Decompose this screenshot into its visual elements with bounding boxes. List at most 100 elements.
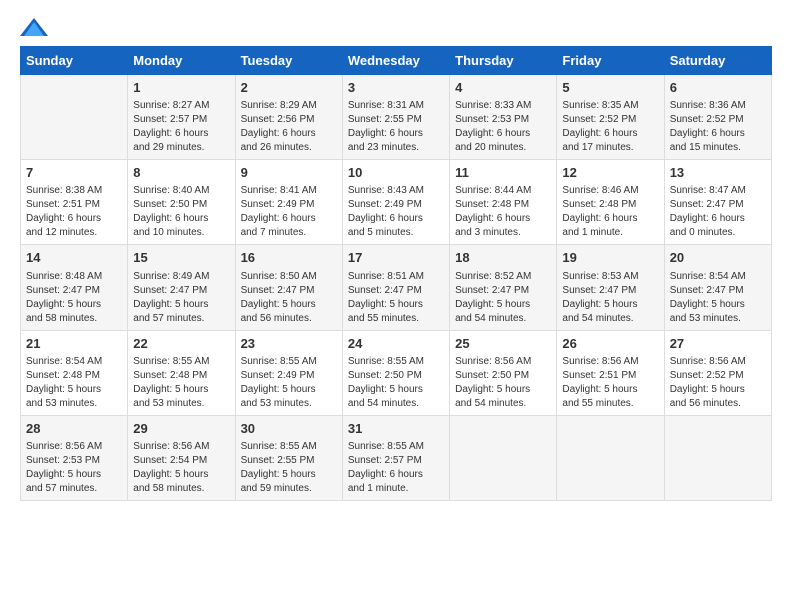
day-info: Sunrise: 8:48 AM Sunset: 2:47 PM Dayligh… [26,270,122,326]
day-info: Sunrise: 8:55 AM Sunset: 2:57 PM Dayligh… [348,440,444,496]
day-number: 28 [26,420,122,438]
day-info: Sunrise: 8:56 AM Sunset: 2:53 PM Dayligh… [26,440,122,496]
weekday-header: Wednesday [342,47,449,75]
calendar-cell: 24Sunrise: 8:55 AM Sunset: 2:50 PM Dayli… [342,330,449,415]
day-info: Sunrise: 8:52 AM Sunset: 2:47 PM Dayligh… [455,270,551,326]
day-number: 14 [26,249,122,267]
day-number: 3 [348,79,444,97]
day-number: 23 [241,335,337,353]
day-number: 11 [455,164,551,182]
calendar-cell: 1 Sunrise: 8:27 AM Sunset: 2:57 PM Daylig… [128,75,235,160]
day-number: 12 [562,164,658,182]
day-number: 26 [562,335,658,353]
day-info: Sunrise: 8:55 AM Sunset: 2:48 PM Dayligh… [133,355,229,411]
calendar-week-row: 21 Sunrise: 8:54 AM Sunset: 2:48 PM Dayli… [21,330,772,415]
calendar-cell: 7 Sunrise: 8:38 AM Sunset: 2:51 PM Daylig… [21,160,128,245]
day-number: 4 [455,79,551,97]
day-info: Sunrise: 8:55 AM Sunset: 2:49 PM Dayligh… [241,355,337,411]
day-info: Sunrise: 8:53 AM Sunset: 2:47 PM Dayligh… [562,270,658,326]
calendar-cell: 10 Sunrise: 8:43 AM Sunset: 2:49 PM Dayli… [342,160,449,245]
day-number: 13 [670,164,766,182]
day-number: 6 [670,79,766,97]
day-info: Sunrise: 8:38 AM Sunset: 2:51 PM Dayligh… [26,184,122,240]
day-info: Sunrise: 8:46 AM Sunset: 2:48 PM Dayligh… [562,184,658,240]
page-header [20,20,772,36]
calendar-cell: 3 Sunrise: 8:31 AM Sunset: 2:55 PM Daylig… [342,75,449,160]
day-info: Sunrise: 8:55 AM Sunset: 2:55 PM Dayligh… [241,440,337,496]
calendar-cell [557,415,664,500]
day-info: Sunrise: 8:43 AM Sunset: 2:49 PM Dayligh… [348,184,444,240]
day-number: 27 [670,335,766,353]
calendar-week-row: 1 Sunrise: 8:27 AM Sunset: 2:57 PM Daylig… [21,75,772,160]
calendar-week-row: 7 Sunrise: 8:38 AM Sunset: 2:51 PM Daylig… [21,160,772,245]
day-info: Sunrise: 8:50 AM Sunset: 2:47 PM Dayligh… [241,270,337,326]
calendar-cell [450,415,557,500]
calendar-cell: 27 Sunrise: 8:56 AM Sunset: 2:52 PM Dayli… [664,330,771,415]
calendar-cell: 5Sunrise: 8:35 AM Sunset: 2:52 PM Daylig… [557,75,664,160]
calendar-cell: 11 Sunrise: 8:44 AM Sunset: 2:48 PM Dayli… [450,160,557,245]
calendar-cell: 26 Sunrise: 8:56 AM Sunset: 2:51 PM Dayli… [557,330,664,415]
day-info: Sunrise: 8:44 AM Sunset: 2:48 PM Dayligh… [455,184,551,240]
calendar-cell: 19 Sunrise: 8:53 AM Sunset: 2:47 PM Dayli… [557,245,664,330]
logo-icon [20,18,48,36]
calendar-cell: 18 Sunrise: 8:52 AM Sunset: 2:47 PM Dayli… [450,245,557,330]
calendar-week-row: 28 Sunrise: 8:56 AM Sunset: 2:53 PM Dayli… [21,415,772,500]
day-info: Sunrise: 8:47 AM Sunset: 2:47 PM Dayligh… [670,184,766,240]
calendar-cell: 22 Sunrise: 8:55 AM Sunset: 2:48 PM Dayli… [128,330,235,415]
day-number: 20 [670,249,766,267]
weekday-header: Tuesday [235,47,342,75]
day-number: 18 [455,249,551,267]
day-number: 17 [348,249,444,267]
calendar-cell: 21 Sunrise: 8:54 AM Sunset: 2:48 PM Dayli… [21,330,128,415]
day-info: Sunrise: 8:36 AM Sunset: 2:52 PM Dayligh… [670,99,766,155]
day-number: 10 [348,164,444,182]
calendar-cell: 16Sunrise: 8:50 AM Sunset: 2:47 PM Dayli… [235,245,342,330]
calendar-table: SundayMondayTuesdayWednesdayThursdayFrid… [20,46,772,501]
day-number: 21 [26,335,122,353]
day-info: Sunrise: 8:54 AM Sunset: 2:48 PM Dayligh… [26,355,122,411]
calendar-cell: 30 Sunrise: 8:55 AM Sunset: 2:55 PM Dayli… [235,415,342,500]
calendar-cell: 17Sunrise: 8:51 AM Sunset: 2:47 PM Dayli… [342,245,449,330]
day-number: 30 [241,420,337,438]
calendar-cell: 12 Sunrise: 8:46 AM Sunset: 2:48 PM Dayli… [557,160,664,245]
calendar-cell: 25 Sunrise: 8:56 AM Sunset: 2:50 PM Dayli… [450,330,557,415]
day-info: Sunrise: 8:49 AM Sunset: 2:47 PM Dayligh… [133,270,229,326]
day-number: 7 [26,164,122,182]
day-info: Sunrise: 8:35 AM Sunset: 2:52 PM Dayligh… [562,99,658,155]
calendar-week-row: 14 Sunrise: 8:48 AM Sunset: 2:47 PM Dayli… [21,245,772,330]
day-info: Sunrise: 8:33 AM Sunset: 2:53 PM Dayligh… [455,99,551,155]
day-info: Sunrise: 8:56 AM Sunset: 2:52 PM Dayligh… [670,355,766,411]
day-info: Sunrise: 8:29 AM Sunset: 2:56 PM Dayligh… [241,99,337,155]
calendar-cell: 20Sunrise: 8:54 AM Sunset: 2:47 PM Dayli… [664,245,771,330]
day-info: Sunrise: 8:56 AM Sunset: 2:54 PM Dayligh… [133,440,229,496]
day-info: Sunrise: 8:56 AM Sunset: 2:50 PM Dayligh… [455,355,551,411]
day-info: Sunrise: 8:56 AM Sunset: 2:51 PM Dayligh… [562,355,658,411]
day-number: 25 [455,335,551,353]
day-number: 8 [133,164,229,182]
day-number: 31 [348,420,444,438]
calendar-cell: 13 Sunrise: 8:47 AM Sunset: 2:47 PM Dayli… [664,160,771,245]
day-info: Sunrise: 8:40 AM Sunset: 2:50 PM Dayligh… [133,184,229,240]
day-number: 22 [133,335,229,353]
calendar-cell: 9 Sunrise: 8:41 AM Sunset: 2:49 PM Daylig… [235,160,342,245]
day-number: 9 [241,164,337,182]
calendar-cell [664,415,771,500]
weekday-header: Sunday [21,47,128,75]
calendar-cell: 8 Sunrise: 8:40 AM Sunset: 2:50 PM Daylig… [128,160,235,245]
weekday-header: Friday [557,47,664,75]
day-number: 15 [133,249,229,267]
day-number: 1 [133,79,229,97]
calendar-cell: 6 Sunrise: 8:36 AM Sunset: 2:52 PM Daylig… [664,75,771,160]
day-info: Sunrise: 8:27 AM Sunset: 2:57 PM Dayligh… [133,99,229,155]
day-info: Sunrise: 8:31 AM Sunset: 2:55 PM Dayligh… [348,99,444,155]
day-info: Sunrise: 8:41 AM Sunset: 2:49 PM Dayligh… [241,184,337,240]
calendar-cell: 4 Sunrise: 8:33 AM Sunset: 2:53 PM Daylig… [450,75,557,160]
day-number: 29 [133,420,229,438]
calendar-cell: 14 Sunrise: 8:48 AM Sunset: 2:47 PM Dayli… [21,245,128,330]
day-number: 24 [348,335,444,353]
weekday-header: Saturday [664,47,771,75]
weekday-header: Monday [128,47,235,75]
calendar-cell: 31 Sunrise: 8:55 AM Sunset: 2:57 PM Dayli… [342,415,449,500]
calendar-cell: 23 Sunrise: 8:55 AM Sunset: 2:49 PM Dayli… [235,330,342,415]
day-number: 19 [562,249,658,267]
